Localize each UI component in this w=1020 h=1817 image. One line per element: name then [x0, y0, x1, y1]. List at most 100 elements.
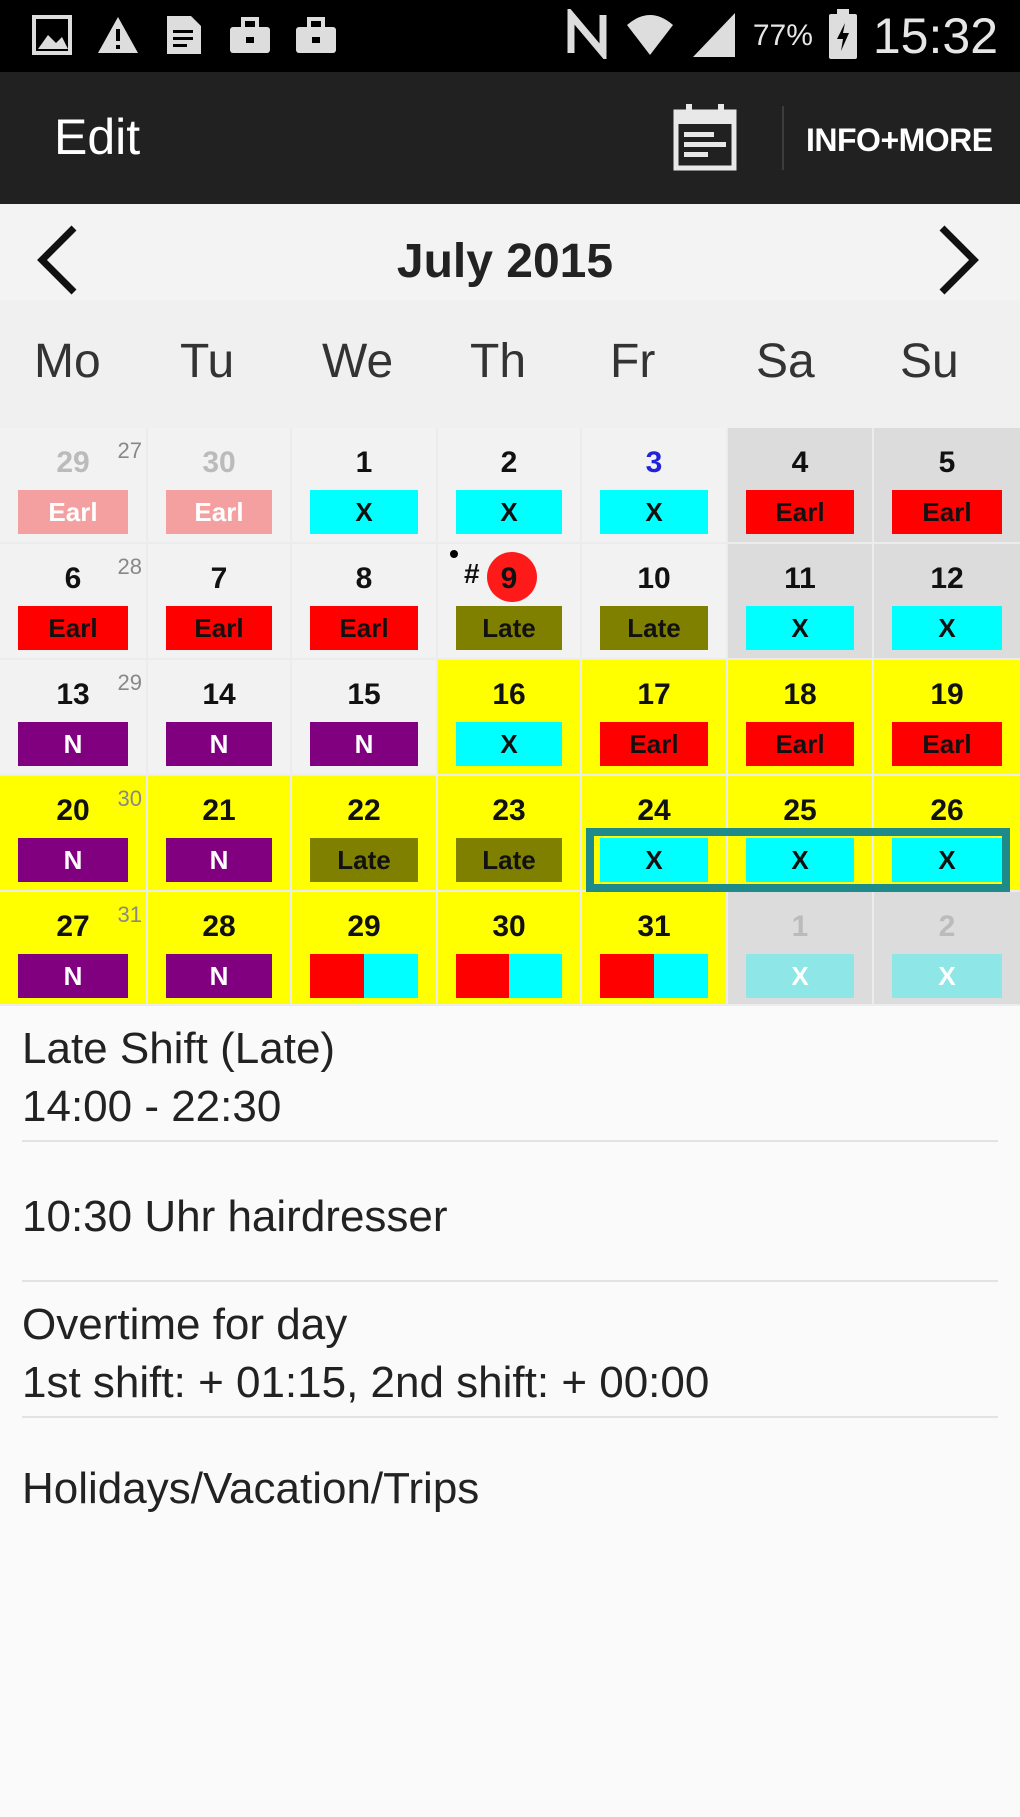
shift-badge: Earl: [166, 606, 272, 650]
shift-info[interactable]: Late Shift (Late) 14:00 - 22:30: [22, 1020, 998, 1136]
day-number: 18: [783, 678, 817, 711]
overtime-item[interactable]: Overtime for day 1st shift: + 01:15, 2nd…: [22, 1296, 998, 1412]
action-bar: Edit INFO+MORE: [0, 72, 1020, 204]
shift-badge: X: [600, 490, 708, 534]
shift-badge: [600, 954, 708, 998]
calendar-day[interactable]: 15 N: [292, 660, 436, 774]
note-item[interactable]: 10:30 Uhr hairdresser: [22, 1188, 998, 1246]
nfc-icon: [565, 4, 609, 64]
shift-badge: X: [892, 606, 1002, 650]
day-number: 9: [500, 562, 518, 595]
calendar-day[interactable]: 17 Earl: [582, 660, 726, 774]
holidays-item[interactable]: Holidays/Vacation/Trips: [22, 1460, 998, 1518]
week-number: 27: [117, 438, 142, 463]
calendar-day[interactable]: 29 27 Earl: [0, 428, 146, 542]
calendar-day[interactable]: 28 N: [148, 892, 290, 1004]
week-number: 30: [117, 786, 142, 811]
calendar-day[interactable]: 23 Late: [438, 776, 580, 890]
weekday-label: Fr: [610, 335, 656, 388]
shift-badge: N: [166, 838, 272, 882]
day-number: 11: [784, 562, 816, 595]
day-number: 26: [930, 794, 964, 827]
calendar-day[interactable]: 11 X: [728, 544, 872, 658]
signal-icon: [691, 9, 737, 64]
calendar-day[interactable]: 2X: [874, 892, 1020, 1004]
calendar-day[interactable]: 5 Earl: [874, 428, 1020, 542]
calendar-day[interactable]: 19 Earl: [874, 660, 1020, 774]
week-number: 31: [117, 902, 142, 927]
shift-badge: Earl: [892, 490, 1002, 534]
day-number: 4: [791, 446, 809, 479]
shift-badge: Earl: [600, 722, 708, 766]
month-header: July 2015: [0, 204, 1020, 314]
calendar-day[interactable]: 6 28 Earl: [0, 544, 146, 658]
divider: [22, 1416, 998, 1418]
calendar-day[interactable]: 20 30 N: [0, 776, 146, 890]
shift-badge: X: [892, 954, 1002, 998]
shift-badge: X: [746, 954, 854, 998]
calendar-icon[interactable]: [672, 102, 738, 172]
calendar-day[interactable]: 16 X: [438, 660, 580, 774]
shift-name: Late Shift (Late): [22, 1024, 336, 1073]
document-icon: [162, 12, 206, 58]
day-number: 2: [938, 910, 956, 943]
week-number: 28: [117, 554, 142, 579]
calendar-day[interactable]: 1X: [728, 892, 872, 1004]
shift-badge: Earl: [892, 722, 1002, 766]
calendar-day[interactable]: 8 Earl: [292, 544, 436, 658]
shift-badge: [310, 954, 418, 998]
month-title: July 2015: [396, 235, 614, 288]
calendar-day[interactable]: 30: [438, 892, 580, 1004]
warning-icon: [96, 12, 140, 58]
day-details: Late Shift (Late) 14:00 - 22:30 10:30 Uh…: [0, 1006, 1020, 1817]
battery-percent: 77%: [752, 19, 813, 52]
weekday-label: Mo: [34, 335, 101, 388]
calendar-day[interactable]: 22 Late: [292, 776, 436, 890]
shift-half: [600, 954, 654, 998]
event-dot: [450, 550, 458, 558]
overtime-title: Overtime for day: [22, 1300, 348, 1349]
day-number: 23: [492, 794, 526, 827]
shift-time: 14:00 - 22:30: [22, 1082, 282, 1131]
weekday-label: Tu: [180, 335, 235, 388]
battery-icon: [828, 8, 857, 64]
day-number: 17: [637, 678, 671, 711]
calendar-day[interactable]: 30 Earl: [148, 428, 290, 542]
calendar-day[interactable]: 7 Earl: [148, 544, 290, 658]
day-number: 30: [202, 446, 236, 479]
calendar-day[interactable]: 2X: [438, 428, 580, 542]
day-number: 16: [492, 678, 526, 711]
calendar-day[interactable]: 13 29 N: [0, 660, 146, 774]
calendar-day[interactable]: 12 X: [874, 544, 1020, 658]
calendar-day[interactable]: 31: [582, 892, 726, 1004]
calendar-day[interactable]: 18 Earl: [728, 660, 872, 774]
day-number: 3: [645, 446, 663, 479]
shift-badge: N: [310, 722, 418, 766]
calendar-day[interactable]: 4 Earl: [728, 428, 872, 542]
info-more-button[interactable]: INFO+MORE: [806, 122, 993, 159]
day-number: 19: [930, 678, 964, 711]
calendar-day[interactable]: 29: [292, 892, 436, 1004]
shift-half: [654, 954, 708, 998]
clock: 15:32: [872, 8, 998, 64]
weekday-header: Mo Tu We Th Fr Sa Su: [0, 300, 1020, 428]
gallery-icon: [30, 12, 74, 58]
day-number: 7: [210, 562, 228, 595]
chevron-right-icon[interactable]: [930, 222, 986, 298]
calendar-day[interactable]: 21 N: [148, 776, 290, 890]
calendar-day[interactable]: 14 N: [148, 660, 290, 774]
day-number: 28: [202, 910, 236, 943]
weekday-label: Sa: [756, 335, 815, 388]
shift-badge: Earl: [746, 722, 854, 766]
calendar-day[interactable]: 1X: [292, 428, 436, 542]
calendar-day[interactable]: 3X: [582, 428, 726, 542]
calendar-day[interactable]: 27 31 N: [0, 892, 146, 1004]
shift-badge: X: [456, 490, 562, 534]
weekday-label: Th: [470, 335, 527, 388]
day-number: 12: [930, 562, 964, 595]
calendar-day[interactable]: 10 Late: [582, 544, 726, 658]
action-bar-divider: [782, 106, 784, 170]
shift-badge: X: [456, 722, 562, 766]
calendar-day[interactable]: #9 Late: [438, 544, 580, 658]
briefcase-icon: [228, 12, 272, 58]
